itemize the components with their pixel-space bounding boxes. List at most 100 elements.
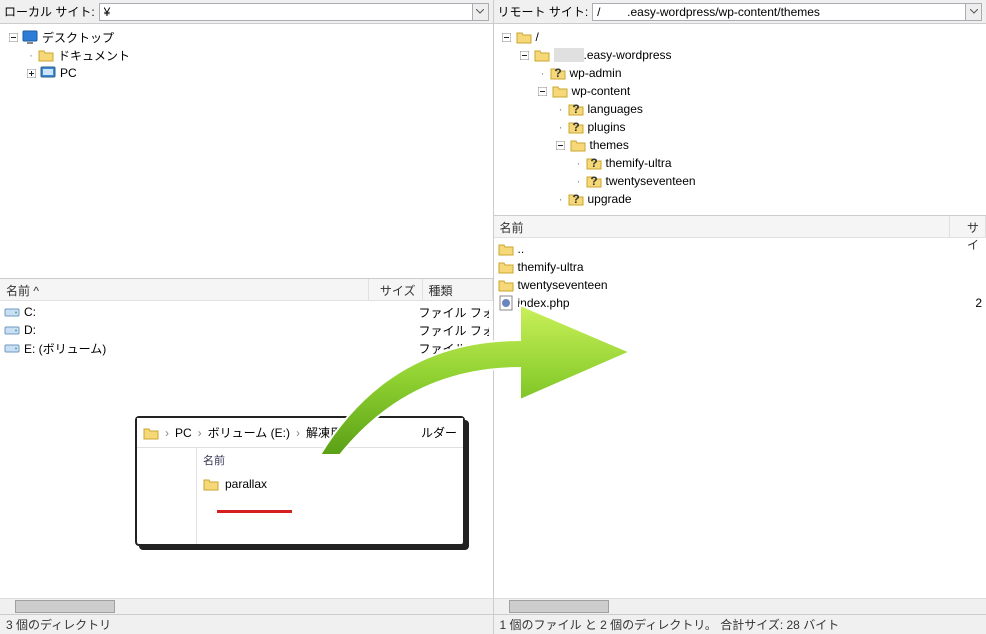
breadcrumb-tail: ルダー: [421, 424, 457, 441]
col-size[interactable]: サイ: [950, 216, 986, 237]
folder-icon: [498, 259, 514, 275]
tree-collapse-icon[interactable]: [536, 84, 550, 98]
tree-node-wp-admin[interactable]: · ? wp-admin: [500, 64, 981, 82]
breadcrumb-sep-icon: ›: [296, 426, 300, 440]
svg-text:?: ?: [572, 120, 579, 134]
annotation-underline: [217, 510, 292, 513]
tree-node-twentyseventeen[interactable]: · ? twentyseventeen: [500, 172, 981, 190]
folder-unknown-icon: ?: [568, 119, 584, 135]
remote-site-dropdown-button[interactable]: [966, 3, 982, 21]
item-name: themify-ultra: [518, 260, 947, 274]
explorer-addressbar[interactable]: › PC › ボリューム (E:) › 解凍用 ルダー: [137, 418, 463, 448]
item-name: E: (ボリューム): [24, 340, 365, 357]
tree-node-site[interactable]: xxxxx.easy-wordpress: [500, 46, 981, 64]
tree-label: wp-content: [572, 84, 631, 98]
pc-icon: [40, 65, 56, 81]
folder-unknown-icon: ?: [568, 191, 584, 207]
breadcrumb[interactable]: › PC › ボリューム (E:) › 解凍用: [165, 424, 342, 441]
folder-icon: [534, 47, 550, 63]
list-item-parent[interactable]: ..: [494, 240, 986, 258]
tree-label: /: [536, 30, 539, 44]
tree-label: PC: [60, 66, 77, 80]
item-type: ファイル フォル: [419, 304, 489, 321]
folder-icon: [143, 425, 159, 441]
local-site-dropdown-button[interactable]: [473, 3, 489, 21]
scrollbar-thumb[interactable]: [509, 600, 609, 613]
explorer-overlay-window: › PC › ボリューム (E:) › 解凍用 ルダー 名前 parallax: [135, 416, 465, 546]
scrollbar-horizontal[interactable]: [0, 598, 493, 614]
list-item[interactable]: twentyseventeen: [494, 276, 986, 294]
chevron-down-icon: [476, 9, 484, 14]
tree-collapse-icon[interactable]: [500, 30, 514, 44]
tree-node-desktop[interactable]: デスクトップ: [6, 28, 487, 46]
breadcrumb-item[interactable]: ボリューム (E:): [208, 424, 290, 441]
tree-node-wp-content[interactable]: wp-content: [500, 82, 981, 100]
tree-label: languages: [588, 102, 643, 116]
scrollbar-thumb[interactable]: [15, 600, 115, 613]
tree-node-documents[interactable]: · ドキュメント: [6, 46, 487, 64]
svg-text:?: ?: [572, 102, 579, 116]
desktop-icon: [22, 29, 38, 45]
col-name[interactable]: 名前 ^: [0, 279, 369, 300]
local-statusbar: 3 個のディレクトリ: [0, 614, 493, 634]
list-item[interactable]: D: ファイル フォル: [0, 321, 493, 339]
remote-tree[interactable]: / xxxxx.easy-wordpress · ? wp-admin wp-c…: [494, 24, 986, 216]
tree-node-plugins[interactable]: · ? plugins: [500, 118, 981, 136]
folder-unknown-icon: ?: [550, 65, 566, 81]
scrollbar-horizontal[interactable]: [494, 598, 986, 614]
tree-node-upgrade[interactable]: · ? upgrade: [500, 190, 981, 208]
explorer-list[interactable]: 名前 parallax: [197, 448, 463, 544]
local-tree[interactable]: デスクトップ · ドキュメント PC: [0, 24, 493, 279]
breadcrumb-item[interactable]: PC: [175, 426, 192, 440]
tree-node-themify-ultra[interactable]: · ? themify-ultra: [500, 154, 981, 172]
tree-collapse-icon[interactable]: [6, 30, 20, 44]
tree-node-pc[interactable]: PC: [6, 64, 487, 82]
folder-unknown-icon: ?: [568, 101, 584, 117]
item-type: ファイル: [419, 340, 489, 357]
svg-text:?: ?: [554, 66, 561, 80]
explorer-sidebar: [137, 448, 197, 544]
svg-text:?: ?: [590, 174, 597, 188]
remote-file-list[interactable]: 名前 サイ .. themify-ultra twentyseventeen: [494, 216, 986, 598]
item-name: index.php: [518, 296, 947, 310]
tree-collapse-icon[interactable]: [554, 138, 568, 152]
col-size[interactable]: サイズ: [369, 279, 423, 300]
folder-unknown-icon: ?: [586, 173, 602, 189]
col-type[interactable]: 種類: [423, 279, 493, 300]
breadcrumb-sep-icon: ›: [165, 426, 169, 440]
explorer-item-label: parallax: [225, 477, 267, 491]
drive-icon: [4, 304, 20, 320]
tree-expand-icon[interactable]: [24, 66, 38, 80]
item-type: ファイル フォル: [419, 322, 489, 339]
remote-site-label: リモート サイト:: [498, 3, 589, 20]
list-item[interactable]: E: (ボリューム) ファイル: [0, 339, 493, 357]
folder-icon: [516, 29, 532, 45]
item-name: C:: [24, 305, 365, 319]
folder-unknown-icon: ?: [586, 155, 602, 171]
explorer-item-parallax[interactable]: parallax: [203, 476, 457, 492]
item-name: D:: [24, 323, 365, 337]
folder-icon: [203, 476, 219, 492]
breadcrumb-sep-icon: ›: [198, 426, 202, 440]
col-name[interactable]: 名前: [494, 216, 951, 237]
list-item[interactable]: C: ファイル フォル: [0, 303, 493, 321]
remote-pane: リモート サイト: / xxxxx.easy-wordpress · ? wp-…: [494, 0, 986, 634]
tree-collapse-icon[interactable]: [518, 48, 532, 62]
tree-node-root[interactable]: /: [500, 28, 981, 46]
item-name: twentyseventeen: [518, 278, 947, 292]
remote-list-header[interactable]: 名前 サイ: [494, 216, 986, 238]
tree-connector: ·: [24, 48, 38, 62]
local-site-bar: ローカル サイト:: [0, 0, 493, 24]
local-list-header[interactable]: 名前 ^ サイズ 種類: [0, 279, 493, 301]
list-item[interactable]: index.php 2: [494, 294, 986, 312]
tree-node-themes[interactable]: themes: [500, 136, 981, 154]
local-site-path-input[interactable]: [99, 3, 473, 21]
remote-site-path-input[interactable]: [592, 3, 966, 21]
breadcrumb-item[interactable]: 解凍用: [306, 424, 342, 441]
tree-node-languages[interactable]: · ? languages: [500, 100, 981, 118]
drive-icon: [4, 322, 20, 338]
drive-icon: [4, 340, 20, 356]
list-item[interactable]: themify-ultra: [494, 258, 986, 276]
explorer-col-name[interactable]: 名前: [203, 452, 457, 468]
tree-label: wp-admin: [570, 66, 622, 80]
